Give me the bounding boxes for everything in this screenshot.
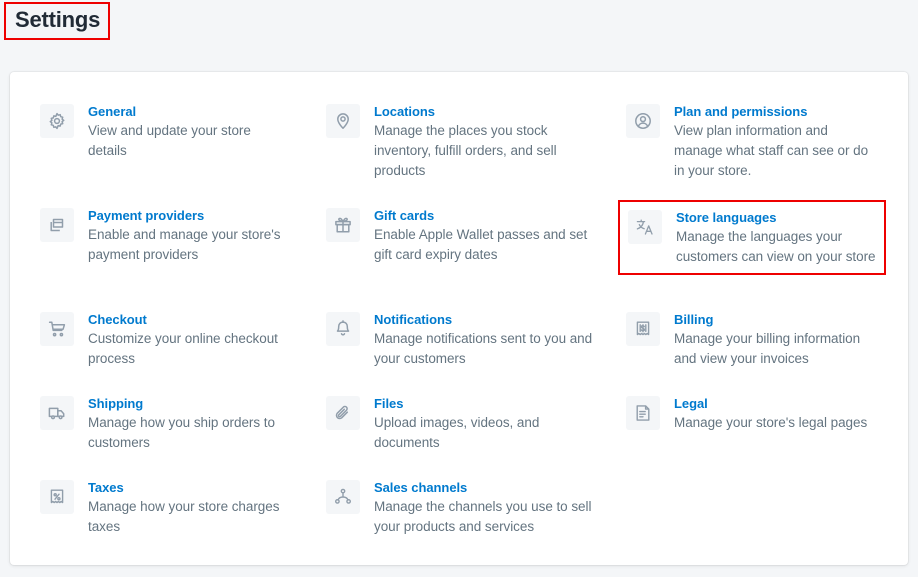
setting-item-text: Gift cards Enable Apple Wallet passes and… xyxy=(374,206,602,265)
setting-item-text: Taxes Manage how your store charges taxes xyxy=(88,478,292,537)
setting-item-text: Checkout Customize your online checkout p… xyxy=(88,310,292,369)
setting-item-legal[interactable]: Legal Manage your store's legal pages xyxy=(618,388,886,439)
setting-link-billing[interactable]: Billing xyxy=(674,311,878,328)
setting-item-gift-cards[interactable]: Gift cards Enable Apple Wallet passes and… xyxy=(318,200,610,271)
setting-item-locations[interactable]: Locations Manage the places you stock inv… xyxy=(318,96,610,187)
setting-item-text: Notifications Manage notifications sent t… xyxy=(374,310,602,369)
paperclip-icon xyxy=(326,396,360,430)
bell-icon xyxy=(326,312,360,346)
setting-item-checkout[interactable]: Checkout Customize your online checkout p… xyxy=(32,304,300,375)
setting-link-notifications[interactable]: Notifications xyxy=(374,311,602,328)
delivery-truck-icon xyxy=(40,396,74,430)
setting-item-billing[interactable]: Billing Manage your billing information a… xyxy=(618,304,886,375)
setting-description-payment-providers: Enable and manage your store's payment p… xyxy=(88,227,281,262)
location-pin-icon xyxy=(326,104,360,138)
translate-icon xyxy=(628,210,662,244)
setting-item-files[interactable]: Files Upload images, videos, and document… xyxy=(318,388,610,459)
setting-item-plan-and-permissions[interactable]: Plan and permissions View plan informatio… xyxy=(618,96,886,187)
setting-description-shipping: Manage how you ship orders to customers xyxy=(88,415,275,450)
setting-item-text: Sales channels Manage the channels you us… xyxy=(374,478,602,537)
setting-link-locations[interactable]: Locations xyxy=(374,103,602,120)
sales-channel-nodes-icon xyxy=(326,480,360,514)
billing-receipt-icon xyxy=(626,312,660,346)
setting-description-gift-cards: Enable Apple Wallet passes and set gift … xyxy=(374,227,588,262)
setting-description-sales-channels: Manage the channels you use to sell your… xyxy=(374,499,592,534)
legal-scroll-icon xyxy=(626,396,660,430)
setting-link-files[interactable]: Files xyxy=(374,395,602,412)
setting-description-legal: Manage your store's legal pages xyxy=(674,415,868,430)
setting-item-text: Plan and permissions View plan informatio… xyxy=(674,102,878,181)
setting-item-shipping[interactable]: Shipping Manage how you ship orders to cu… xyxy=(32,388,300,459)
settings-card: General View and update your store detail… xyxy=(10,72,908,565)
setting-link-taxes[interactable]: Taxes xyxy=(88,479,292,496)
setting-description-billing: Manage your billing information and view… xyxy=(674,331,861,366)
setting-link-payment-providers[interactable]: Payment providers xyxy=(88,207,292,224)
setting-item-text: Billing Manage your billing information a… xyxy=(674,310,878,369)
setting-item-notifications[interactable]: Notifications Manage notifications sent t… xyxy=(318,304,610,375)
setting-link-gift-cards[interactable]: Gift cards xyxy=(374,207,602,224)
setting-item-text: Store languages Manage the languages your… xyxy=(676,208,876,267)
page-title-container: Settings xyxy=(4,2,111,40)
setting-item-text: Files Upload images, videos, and document… xyxy=(374,394,602,453)
setting-item-text: Shipping Manage how you ship orders to cu… xyxy=(88,394,292,453)
user-profile-icon xyxy=(626,104,660,138)
setting-item-store-languages[interactable]: Store languages Manage the languages your… xyxy=(618,200,886,275)
setting-description-general: View and update your store details xyxy=(88,123,251,158)
setting-link-store-languages[interactable]: Store languages xyxy=(676,209,876,226)
setting-link-sales-channels[interactable]: Sales channels xyxy=(374,479,602,496)
setting-description-files: Upload images, videos, and documents xyxy=(374,415,540,450)
payment-card-icon xyxy=(40,208,74,242)
setting-item-payment-providers[interactable]: Payment providers Enable and manage your … xyxy=(32,200,300,271)
setting-description-locations: Manage the places you stock inventory, f… xyxy=(374,123,557,178)
setting-item-taxes[interactable]: Taxes Manage how your store charges taxes xyxy=(32,472,300,543)
setting-item-text: General View and update your store detail… xyxy=(88,102,292,161)
setting-item-sales-channels[interactable]: Sales channels Manage the channels you us… xyxy=(318,472,610,543)
setting-item-text: Legal Manage your store's legal pages xyxy=(674,394,867,433)
setting-item-text: Locations Manage the places you stock inv… xyxy=(374,102,602,181)
page-title: Settings xyxy=(4,2,111,40)
setting-item-text: Payment providers Enable and manage your … xyxy=(88,206,292,265)
setting-description-store-languages: Manage the languages your customers can … xyxy=(676,229,876,264)
setting-description-taxes: Manage how your store charges taxes xyxy=(88,499,280,534)
setting-link-general[interactable]: General xyxy=(88,103,292,120)
setting-link-shipping[interactable]: Shipping xyxy=(88,395,292,412)
setting-description-plan-and-permissions: View plan information and manage what st… xyxy=(674,123,869,178)
setting-link-legal[interactable]: Legal xyxy=(674,395,867,412)
setting-description-notifications: Manage notifications sent to you and you… xyxy=(374,331,593,366)
setting-link-plan-and-permissions[interactable]: Plan and permissions xyxy=(674,103,878,120)
tax-receipt-icon xyxy=(40,480,74,514)
setting-item-general[interactable]: General View and update your store detail… xyxy=(32,96,300,167)
shopping-cart-icon xyxy=(40,312,74,346)
gear-icon xyxy=(40,104,74,138)
setting-description-checkout: Customize your online checkout process xyxy=(88,331,278,366)
setting-link-checkout[interactable]: Checkout xyxy=(88,311,292,328)
gift-card-icon xyxy=(326,208,360,242)
